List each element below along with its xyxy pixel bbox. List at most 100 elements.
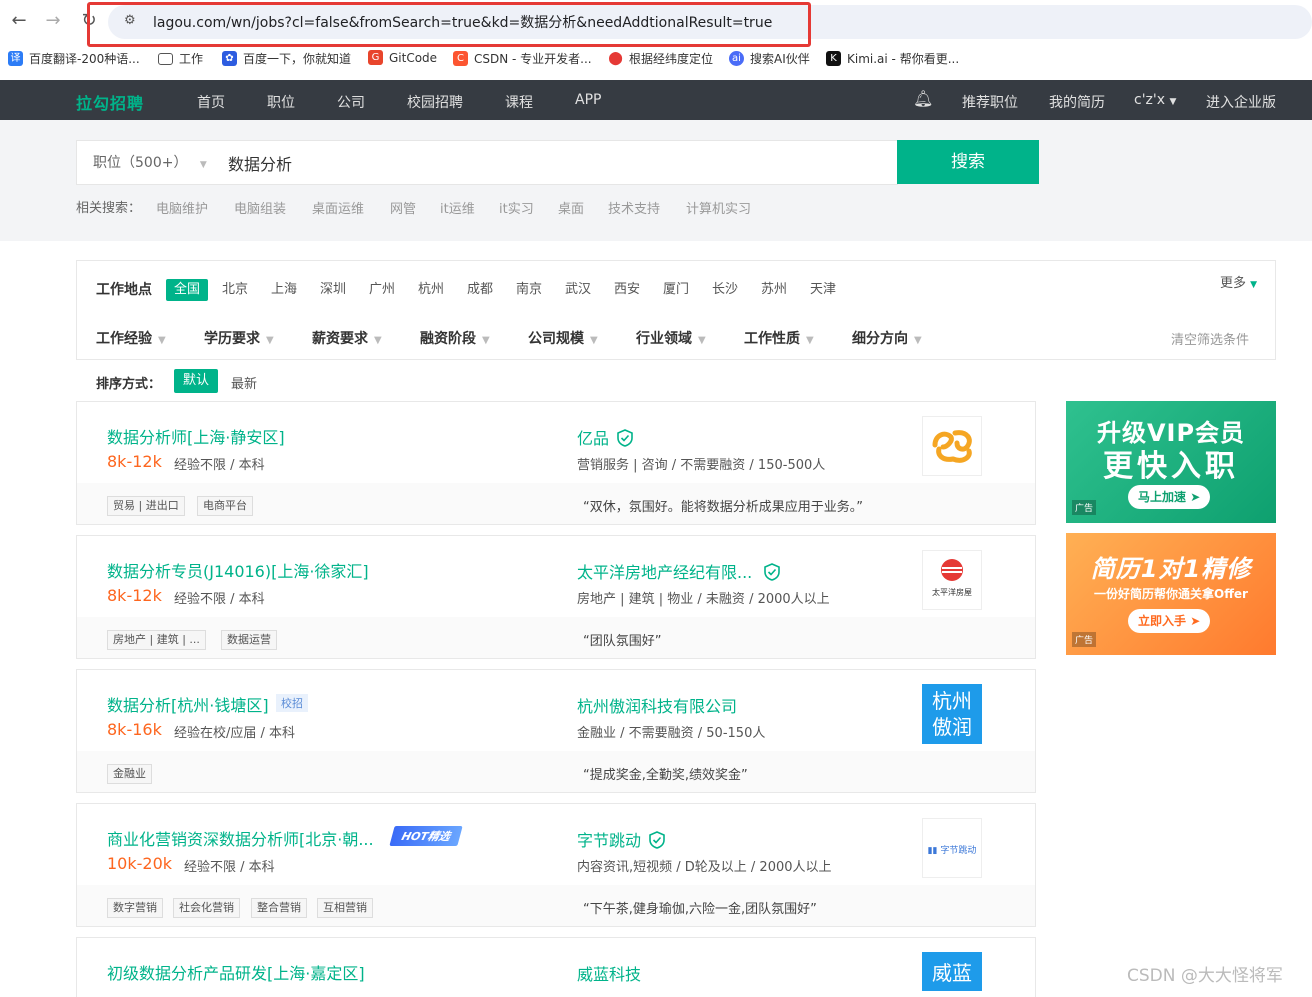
related-link[interactable]: it运维: [440, 198, 475, 217]
bookmark-work-folder[interactable]: 工作: [158, 50, 203, 67]
sort-default-button[interactable]: 默认: [174, 369, 218, 393]
back-arrow-icon[interactable]: ←: [8, 10, 30, 32]
related-link[interactable]: 电脑组装: [234, 198, 286, 217]
sort-latest-button[interactable]: 最新: [231, 373, 257, 392]
city-option[interactable]: 广州: [365, 279, 399, 301]
related-link[interactable]: 技术支持: [608, 198, 660, 217]
bookmark-label: Kimi.ai - 帮你看更...: [847, 52, 960, 66]
city-option[interactable]: 北京: [218, 279, 252, 301]
bookmark-label: 百度翻译-200种语...: [29, 52, 140, 66]
related-link[interactable]: 计算机实习: [686, 198, 751, 217]
filter-label: 行业领域: [636, 331, 692, 347]
company-name[interactable]: 杭州傲润科技有限公司: [577, 693, 737, 717]
job-title[interactable]: 数据分析专员(J14016)[上海·徐家汇]: [107, 558, 369, 582]
filter-label: 工作经验: [96, 331, 152, 347]
search-input[interactable]: [228, 154, 828, 172]
city-option[interactable]: 长沙: [708, 279, 742, 301]
ad-button-label: 马上加速: [1138, 490, 1187, 504]
more-cities[interactable]: 更多 ▼: [1220, 272, 1257, 291]
vip-ad-banner[interactable]: 升级VIP会员 更快入职 马上加速 ➤ 广告: [1066, 401, 1276, 523]
username: c'z'x: [1134, 92, 1166, 108]
city-all[interactable]: 全国: [166, 279, 209, 301]
bookmark-csdn[interactable]: C CSDN - 专业开发者...: [453, 50, 592, 67]
related-link[interactable]: 网管: [390, 198, 416, 217]
city-option[interactable]: 天津: [806, 279, 840, 301]
nav-recommended[interactable]: 推荐职位: [962, 92, 1018, 112]
nav-campus[interactable]: 校园招聘: [407, 92, 463, 112]
job-title[interactable]: 数据分析[杭州·钱塘区]: [107, 692, 269, 716]
filter-funding[interactable]: 融资阶段 ▼: [420, 328, 490, 348]
nav-jobs[interactable]: 职位: [267, 92, 295, 112]
more-label: 更多: [1220, 276, 1247, 291]
bookmark-label: GitCode: [389, 50, 438, 65]
company-name[interactable]: 亿品: [577, 425, 633, 449]
bookmark-geo-locate[interactable]: ⬤ 根据经纬度定位: [608, 50, 713, 67]
nav-home[interactable]: 首页: [197, 92, 225, 112]
filter-experience[interactable]: 工作经验 ▼: [96, 328, 166, 348]
bookmark-kimi[interactable]: K Kimi.ai - 帮你看更...: [826, 50, 959, 67]
related-link[interactable]: 桌面运维: [312, 198, 364, 217]
filter-salary[interactable]: 薪资要求 ▼: [312, 328, 382, 348]
job-title[interactable]: 初级数据分析产品研发[上海·嘉定区]: [107, 960, 365, 984]
city-option[interactable]: 南京: [512, 279, 546, 301]
related-link[interactable]: it实习: [499, 198, 534, 217]
company-logo[interactable]: 威蓝: [922, 952, 982, 991]
forward-arrow-icon[interactable]: →: [42, 10, 64, 32]
caret-down-icon: ▼: [158, 335, 166, 346]
filter-education[interactable]: 学历要求 ▼: [204, 328, 274, 348]
kimi-icon: K: [826, 51, 841, 66]
company-name[interactable]: 威蓝科技: [577, 961, 641, 985]
resume-ad-banner[interactable]: 简历1对1精修 一份好简历帮你通关拿Offer 立即入手 ➤ 广告: [1066, 533, 1276, 655]
nav-companies[interactable]: 公司: [337, 92, 365, 112]
translate-icon: 译: [8, 51, 23, 66]
bookmark-ai-search[interactable]: ai 搜索AI伙伴: [729, 50, 810, 67]
city-option[interactable]: 成都: [463, 279, 497, 301]
city-option[interactable]: 苏州: [757, 279, 791, 301]
site-logo[interactable]: 拉勾招聘: [76, 90, 144, 114]
category-select[interactable]: 职位（500+） ▼: [93, 152, 207, 172]
city-option[interactable]: 杭州: [414, 279, 448, 301]
search-button[interactable]: 搜索: [897, 140, 1039, 184]
bell-icon[interactable]: 🔔︎: [913, 89, 933, 108]
company-logo[interactable]: ▮▮ 字节跳动: [922, 818, 982, 878]
pacific-logo-icon: [941, 559, 963, 581]
filter-job-type[interactable]: 工作性质 ▼: [744, 328, 814, 348]
filter-industry[interactable]: 行业领域 ▼: [636, 328, 706, 348]
bookmark-baidu-translate[interactable]: 译百度翻译-200种语...: [8, 50, 140, 67]
nav-enterprise[interactable]: 进入企业版: [1206, 92, 1276, 112]
user-menu[interactable]: c'z'x ▼: [1134, 92, 1176, 108]
filter-label: 公司规模: [528, 331, 584, 347]
filter-direction[interactable]: 细分方向 ▼: [852, 328, 922, 348]
yipin-logo-icon: [932, 430, 972, 463]
clear-filters-link[interactable]: 清空筛选条件: [1171, 329, 1249, 348]
filter-company-size[interactable]: 公司规模 ▼: [528, 328, 598, 348]
ad-button-label: 立即入手: [1138, 614, 1187, 628]
company-name[interactable]: 太平洋房地产经纪有限...: [577, 559, 781, 583]
company-name[interactable]: 字节跳动: [577, 827, 665, 851]
related-link[interactable]: 桌面: [558, 198, 584, 217]
city-option[interactable]: 深圳: [316, 279, 350, 301]
related-link[interactable]: 电脑维护: [156, 198, 208, 217]
company-logo[interactable]: [922, 416, 982, 476]
city-option[interactable]: 武汉: [561, 279, 595, 301]
verified-shield-icon: [649, 831, 665, 849]
company-logo[interactable]: 太平洋房屋: [922, 550, 982, 610]
nav-app[interactable]: APP: [575, 92, 601, 108]
ad-button[interactable]: 立即入手 ➤: [1128, 609, 1211, 633]
nav-my-resume[interactable]: 我的简历: [1049, 92, 1105, 112]
browser-toolbar: ← → ↻ ⚙ lagou.com/wn/jobs?cl=false&fromS…: [0, 0, 1312, 47]
nav-courses[interactable]: 课程: [505, 92, 533, 112]
bookmark-gitcode[interactable]: G GitCode: [368, 50, 437, 65]
bookmark-baidu[interactable]: ✿ 百度一下，你就知道: [222, 50, 351, 67]
job-requirements: 经验在校/应届 / 本科: [174, 726, 296, 741]
job-title[interactable]: 数据分析师[上海·静安区]: [107, 424, 285, 448]
city-option[interactable]: 厦门: [659, 279, 693, 301]
job-title[interactable]: 商业化营销资深数据分析师[北京·朝...: [107, 826, 374, 850]
city-option[interactable]: 西安: [610, 279, 644, 301]
ad-button[interactable]: 马上加速 ➤: [1128, 485, 1211, 509]
job-tag: 房地产 | 建筑 | ...: [107, 630, 206, 650]
company-logo[interactable]: 杭州傲润: [922, 684, 982, 744]
watermark: CSDN @大大怪将军: [1127, 966, 1283, 986]
city-option[interactable]: 上海: [267, 279, 301, 301]
location-label: 工作地点: [96, 282, 152, 298]
